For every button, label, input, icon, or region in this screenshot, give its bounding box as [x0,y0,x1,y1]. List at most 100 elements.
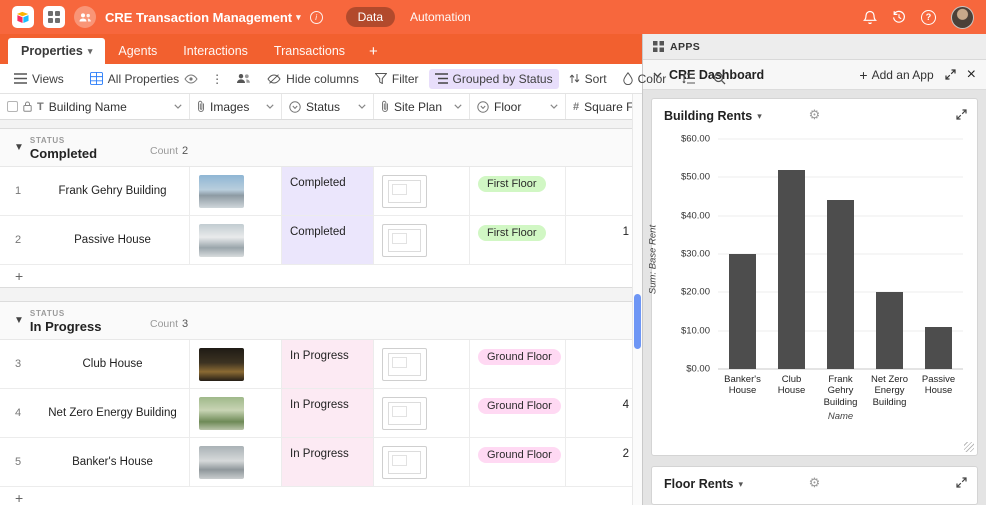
column-header-square-footage[interactable]: # Square Footage [566,94,642,119]
column-header-site-plan[interactable]: Site Plan [374,94,470,119]
status-cell[interactable]: In Progress [282,389,374,437]
table-row[interactable]: 5 Banker's House In Progress Ground Floo… [0,438,642,487]
workspace-collaborators-icon[interactable] [74,6,96,28]
square-footage-cell[interactable]: 2 [566,438,642,486]
building-photo-thumbnail[interactable] [199,348,244,381]
chart-title-dropdown[interactable]: Floor Rents [664,477,733,491]
site-plan-cell[interactable] [374,438,470,486]
group-button[interactable]: Grouped by Status [429,69,559,89]
add-an-app-button[interactable]: + Add an App [859,68,933,82]
building-name-cell[interactable]: 5 Banker's House [0,438,190,486]
tab-interactions[interactable]: Interactions [170,38,261,64]
chart-plot-area: $0.00$10.00$20.00$30.00$40.00$50.00$60.0… [718,139,963,369]
table-row[interactable]: 2 Passive House Completed First Floor 1 [0,216,642,265]
airtable-logo-icon[interactable] [12,6,34,28]
building-photo-thumbnail[interactable] [199,397,244,430]
site-plan-thumbnail[interactable] [382,397,427,430]
floor-cell[interactable]: Ground Floor [470,389,566,437]
table-row[interactable]: 1 Frank Gehry Building Completed First F… [0,167,642,216]
collapse-group-icon[interactable]: ▼ [0,142,30,153]
site-plan-cell[interactable] [374,167,470,215]
column-header-floor[interactable]: Floor [470,94,566,119]
expand-app-icon[interactable] [956,477,967,488]
status-cell[interactable]: In Progress [282,340,374,388]
floor-cell[interactable]: First Floor [470,216,566,264]
images-cell[interactable] [190,216,282,264]
tab-agents[interactable]: Agents [105,38,170,64]
base-title[interactable]: CRE Transaction Management ▾ [105,10,301,25]
row-height-button[interactable] [676,70,701,87]
status-cell[interactable]: Completed [282,216,374,264]
column-header-images[interactable]: Images [190,94,282,119]
settings-gear-icon[interactable]: ⚙ [809,107,821,123]
square-footage-cell[interactable] [566,340,642,388]
chart-bar [778,170,805,369]
collaborators-button[interactable] [230,70,257,87]
square-footage-cell[interactable]: 1 [566,216,642,264]
site-plan-thumbnail[interactable] [382,348,427,381]
add-row-button[interactable]: + [0,487,642,505]
app-switcher-grid-icon[interactable] [43,6,65,28]
site-plan-thumbnail[interactable] [382,446,427,479]
site-plan-cell[interactable] [374,340,470,388]
images-cell[interactable] [190,389,282,437]
building-photo-thumbnail[interactable] [199,446,244,479]
sort-arrows-icon [569,73,580,84]
table-row[interactable]: 4 Net Zero Energy Building In Progress G… [0,389,642,438]
square-footage-cell[interactable]: 4 [566,389,642,437]
views-menu-button[interactable]: Views [8,69,70,89]
add-table-button[interactable]: + [358,38,389,64]
building-photo-thumbnail[interactable] [199,175,244,208]
help-icon[interactable]: ? [921,10,936,25]
select-all-checkbox[interactable] [7,101,18,112]
sort-button[interactable]: Sort [563,69,613,89]
building-photo-thumbnail[interactable] [199,224,244,257]
filter-button[interactable]: Filter [369,69,425,89]
search-button[interactable] [705,69,734,88]
history-icon[interactable] [892,10,906,24]
data-nav-button[interactable]: Data [346,7,395,27]
collapse-group-icon[interactable]: ▼ [0,315,30,326]
images-cell[interactable] [190,438,282,486]
site-plan-cell[interactable] [374,216,470,264]
square-footage-cell[interactable] [566,167,642,215]
floor-cell[interactable]: Ground Floor [470,340,566,388]
color-button[interactable]: Color [617,69,673,89]
column-header-status[interactable]: Status [282,94,374,119]
hide-columns-button[interactable]: Hide columns [261,69,365,89]
building-name-cell[interactable]: 3 Club House [0,340,190,388]
table-row[interactable]: 3 Club House In Progress Ground Floor [0,340,642,389]
images-cell[interactable] [190,340,282,388]
close-panel-icon[interactable]: × [967,67,976,83]
resize-handle[interactable] [964,442,974,452]
expand-panel-icon[interactable] [945,69,956,80]
building-name-cell[interactable]: 2 Passive House [0,216,190,264]
building-name-cell[interactable]: 1 Frank Gehry Building [0,167,190,215]
column-header-row: T Building Name Images Status Site Plan [0,94,642,120]
tab-properties[interactable]: Properties ▾ [8,38,105,64]
floor-cell[interactable]: First Floor [470,167,566,215]
view-options-kebab-icon[interactable]: ⋮ [208,72,226,86]
notifications-bell-icon[interactable] [863,10,877,25]
settings-gear-icon[interactable]: ⚙ [809,475,821,491]
automation-nav-button[interactable]: Automation [410,10,471,24]
site-plan-cell[interactable] [374,389,470,437]
site-plan-thumbnail[interactable] [382,175,427,208]
current-view-button[interactable]: All Properties [84,69,204,89]
info-icon[interactable]: i [310,11,323,24]
images-cell[interactable] [190,167,282,215]
row-height-icon [682,73,695,84]
scrollbar-thumb[interactable] [634,294,641,349]
status-cell[interactable]: Completed [282,167,374,215]
tab-transactions[interactable]: Transactions [261,38,358,64]
floor-cell[interactable]: Ground Floor [470,438,566,486]
column-header-building-name[interactable]: T Building Name [0,94,190,119]
user-avatar[interactable] [951,6,974,29]
status-cell[interactable]: In Progress [282,438,374,486]
building-name-cell[interactable]: 4 Net Zero Energy Building [0,389,190,437]
group-rows-icon [435,73,448,84]
add-row-button[interactable]: + [0,265,642,287]
chart-title-dropdown[interactable]: Building Rents [664,109,752,123]
site-plan-thumbnail[interactable] [382,224,427,257]
expand-app-icon[interactable] [956,109,967,120]
